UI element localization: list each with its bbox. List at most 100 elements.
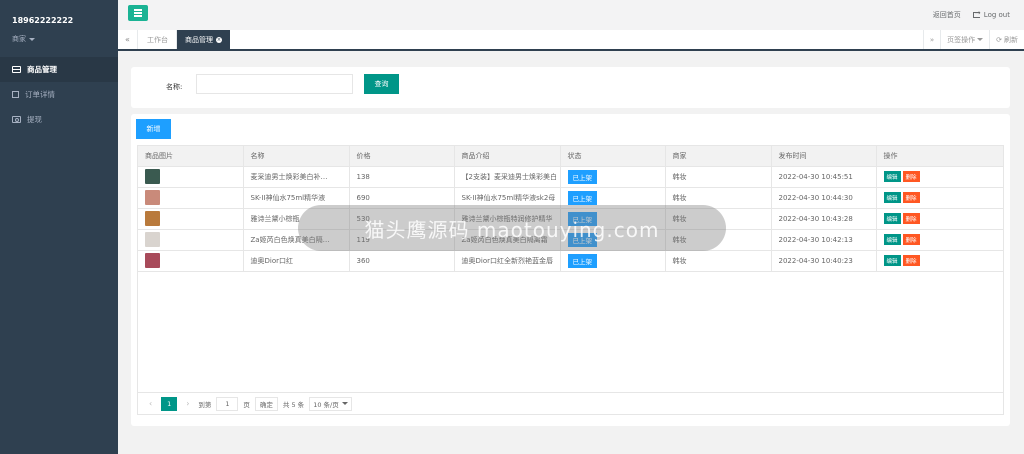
delete-button[interactable]: 删除	[902, 213, 920, 224]
publish-time: 2022-04-30 10:43:28	[771, 208, 877, 230]
product-name: 麦采迪男士焕彩美白补…	[243, 166, 350, 188]
search-button[interactable]: 查询	[364, 74, 399, 94]
user-profile: 18962222222 商家	[0, 0, 118, 57]
name-search-input[interactable]	[196, 74, 353, 94]
next-page-icon[interactable]: ›	[182, 399, 193, 408]
column-header: 发布时间	[771, 146, 877, 167]
product-image-cell	[138, 187, 244, 209]
delete-button[interactable]: 删除	[902, 255, 920, 266]
refresh-label: 刷新	[1004, 35, 1018, 44]
tab-product-management[interactable]: 商品管理 ×	[177, 30, 230, 49]
chevron-down-icon	[341, 402, 348, 405]
product-thumbnail	[145, 190, 160, 205]
username[interactable]: 18962222222	[12, 16, 118, 25]
actions-cell: 编辑 删除	[876, 208, 1003, 230]
tab-scroll-right-button[interactable]: »	[922, 30, 940, 49]
role-dropdown[interactable]: 商家	[12, 34, 118, 44]
delete-button[interactable]: 删除	[902, 171, 920, 182]
page-ops-dropdown[interactable]: 页签操作	[940, 30, 989, 49]
header-actions: 返回首页 Log out	[933, 9, 1010, 20]
status-cell: 已上架	[560, 166, 666, 188]
tab-scroll-left-button[interactable]: «	[118, 30, 138, 49]
product-image-cell	[138, 166, 244, 188]
goto-page-input[interactable]: 1	[216, 396, 239, 411]
product-image-cell	[138, 250, 244, 272]
tab-actions: » 页签操作 ⟳ 刷新	[922, 30, 1024, 49]
actions-cell: 编辑 删除	[876, 187, 1003, 209]
publish-time: 2022-04-30 10:42:13	[771, 229, 877, 251]
edit-button[interactable]: 编辑	[883, 171, 901, 182]
page-unit-label: 页	[243, 400, 250, 409]
actions-cell: 编辑 删除	[876, 229, 1003, 251]
chevron-down-icon	[977, 38, 984, 41]
sidebar-item-orders[interactable]: 订单详情	[0, 82, 118, 107]
column-header: 商品图片	[138, 146, 244, 167]
menu-toggle-button[interactable]	[128, 5, 148, 21]
top-header: 返回首页 Log out	[118, 0, 1024, 30]
search-panel: 名称: 查询	[131, 67, 1010, 108]
tab-workbench[interactable]: 工作台	[139, 30, 177, 49]
column-header: 商家	[665, 146, 772, 167]
status-badge: 已上架	[567, 253, 597, 268]
status-cell: 已上架	[560, 250, 666, 272]
edit-button[interactable]: 编辑	[883, 192, 901, 203]
table-panel: 新增 商品图片 名称 价格 商品介绍 状态 商家 发布时间 操作 麦采迪男士焕彩…	[131, 114, 1010, 426]
status-badge: 已上架	[567, 190, 597, 205]
product-price: 138	[349, 166, 455, 188]
name-label: 名称:	[166, 83, 183, 91]
product-thumbnail	[145, 253, 160, 268]
merchant: 韩妆	[665, 250, 772, 272]
watermark-overlay: 猫头鹰源码 maotouying.com	[298, 205, 726, 251]
delete-button[interactable]: 删除	[902, 192, 920, 203]
close-icon[interactable]: ×	[216, 36, 222, 43]
hamburger-line	[134, 15, 142, 17]
sidebar: 18962222222 商家 商品管理 订单详情 提现	[0, 0, 118, 454]
actions-cell: 编辑 删除	[876, 166, 1003, 188]
add-product-button[interactable]: 新增	[136, 119, 171, 139]
product-thumbnail	[145, 232, 160, 247]
refresh-icon: ⟳	[996, 35, 1002, 44]
product-image-cell	[138, 229, 244, 251]
table-row: 麦采迪男士焕彩美白补… 138 【2支装】麦采迪男士焕彩美白 已上架 韩妆 2022-04…	[138, 166, 1003, 188]
product-thumbnail	[145, 169, 160, 184]
delete-button[interactable]: 删除	[902, 234, 920, 245]
publish-time: 2022-04-30 10:45:51	[771, 166, 877, 188]
tab-label: 工作台	[147, 35, 168, 44]
edit-button[interactable]: 编辑	[883, 213, 901, 224]
goto-label: 到第	[198, 400, 212, 409]
column-header: 状态	[560, 146, 666, 167]
refresh-button[interactable]: ⟳ 刷新	[989, 30, 1024, 49]
home-link[interactable]: 返回首页	[933, 10, 961, 20]
sidebar-item-label: 订单详情	[25, 90, 55, 99]
table-row: 迪奥Dior口红 360 迪奥Dior口红全新烈艳蓝金唇 已上架 韩妆 2022-04-3…	[138, 250, 1003, 272]
pagination: ‹ 1 › 到第 1 页 确定 共 5 条 10 条/页	[138, 392, 1003, 414]
edit-button[interactable]: 编辑	[883, 234, 901, 245]
actions-cell: 编辑 删除	[876, 250, 1003, 272]
goto-confirm-button[interactable]: 确定	[254, 396, 278, 411]
chevron-down-icon	[29, 37, 35, 41]
prev-page-icon[interactable]: ‹	[145, 399, 156, 408]
money-icon	[12, 116, 21, 123]
total-count: 共 5 条	[282, 400, 305, 409]
page-number-current[interactable]: 1	[161, 396, 178, 411]
sidebar-item-label: 提现	[27, 115, 42, 124]
double-chevron-left-icon: «	[125, 35, 130, 44]
table-header-row: 商品图片 名称 价格 商品介绍 状态 商家 发布时间 操作	[138, 146, 1003, 167]
column-header: 名称	[243, 146, 350, 167]
sidebar-item-products[interactable]: 商品管理	[0, 57, 118, 82]
product-image-cell	[138, 208, 244, 230]
sidebar-item-withdraw[interactable]: 提现	[0, 107, 118, 132]
card-icon	[12, 66, 21, 73]
hamburger-icon	[134, 9, 142, 11]
logout-button[interactable]: Log out	[972, 9, 1010, 19]
role-label: 商家	[12, 35, 26, 43]
page-size-label: 10 条/页	[313, 400, 339, 409]
merchant: 韩妆	[665, 166, 772, 188]
product-thumbnail	[145, 211, 160, 226]
product-price: 360	[349, 250, 455, 272]
edit-button[interactable]: 编辑	[883, 255, 901, 266]
page-size-select[interactable]: 10 条/页	[309, 396, 352, 411]
main-content: 名称: 查询 新增 商品图片 名称 价格 商品介绍 状态 商家 发布时间 操作 …	[118, 53, 1024, 454]
page-ops-label: 页签操作	[947, 35, 976, 44]
tab-label: 商品管理	[185, 35, 213, 44]
